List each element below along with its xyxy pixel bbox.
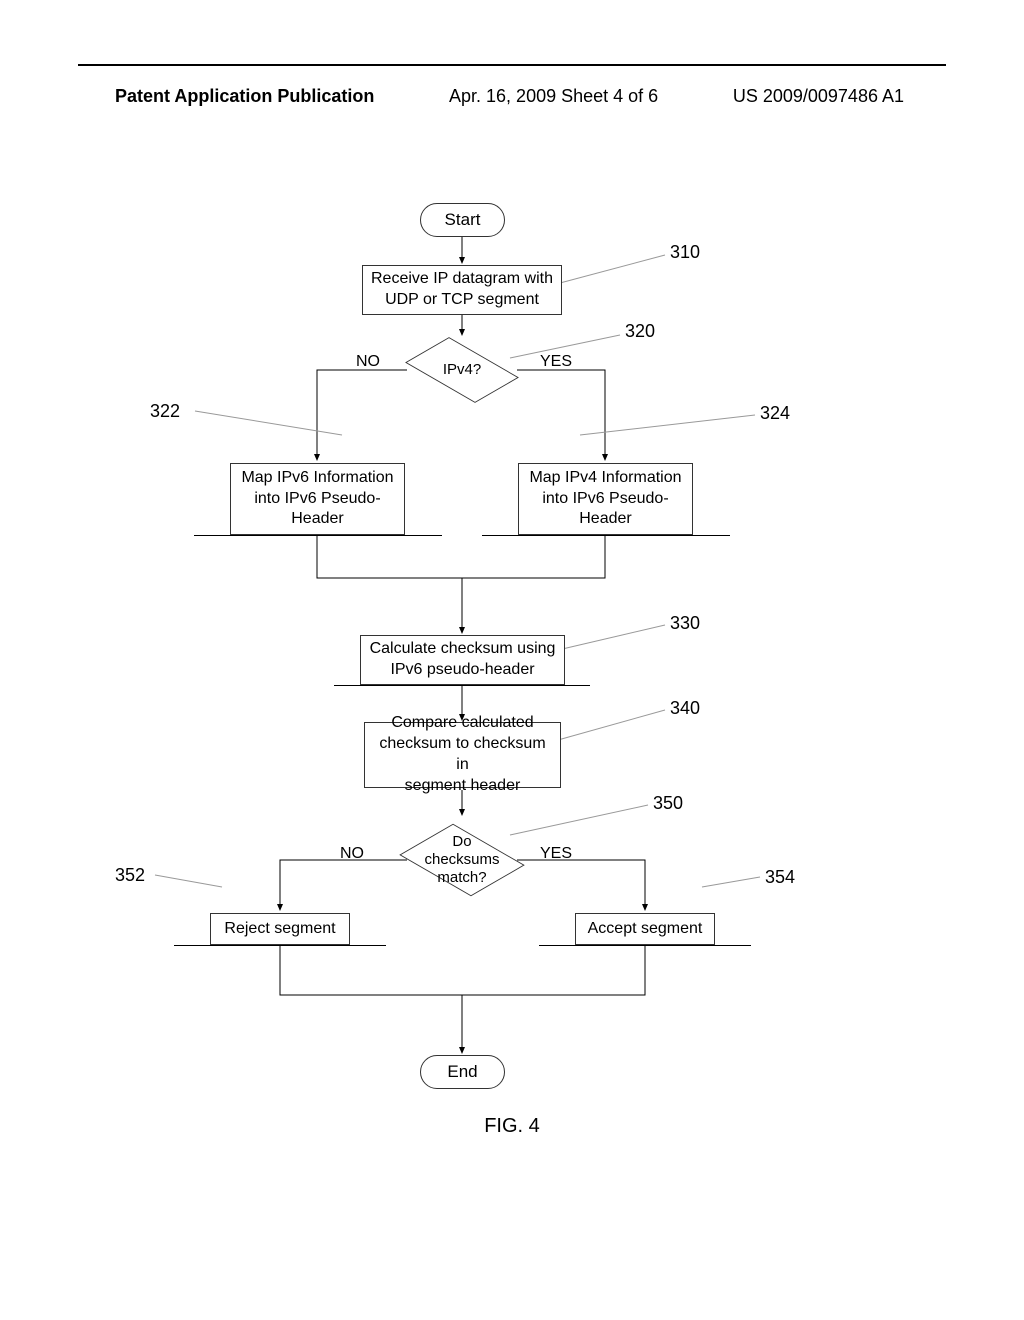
start-terminator: Start — [420, 203, 505, 237]
ipv4-decision: IPv4? — [407, 335, 517, 405]
map-ipv4-process: Map IPv4 Information into IPv6 Pseudo- H… — [518, 463, 693, 535]
header-date-sheet: Apr. 16, 2009 Sheet 4 of 6 — [449, 86, 658, 107]
ref-340: 340 — [670, 698, 700, 719]
checksums-no-label: NO — [340, 845, 364, 863]
checksums-decision-label: Do checksums match? — [424, 833, 499, 887]
ref-324: 324 — [760, 403, 790, 424]
reject-label: Reject segment — [224, 919, 335, 940]
figure-label: FIG. 4 — [484, 1115, 540, 1138]
start-label: Start — [445, 210, 481, 230]
map-ipv4-label: Map IPv4 Information into IPv6 Pseudo- H… — [529, 468, 681, 530]
compare-process: Compare calculated checksum to checksum … — [364, 722, 561, 788]
end-terminator: End — [420, 1055, 505, 1089]
checksums-decision: Do checksums match? — [407, 815, 517, 905]
rail-right — [482, 535, 730, 536]
ref-322: 322 — [150, 401, 180, 422]
header-pub-number: US 2009/0097486 A1 — [733, 86, 904, 107]
accept-process: Accept segment — [575, 913, 715, 945]
rail-330 — [334, 685, 590, 686]
ipv4-decision-label: IPv4? — [443, 361, 481, 379]
compare-label: Compare calculated checksum to checksum … — [371, 713, 554, 796]
receive-process: Receive IP datagram with UDP or TCP segm… — [362, 265, 562, 315]
page-header: Patent Application Publication Apr. 16, … — [0, 86, 1024, 107]
ref-330: 330 — [670, 613, 700, 634]
rail-left — [194, 535, 442, 536]
rail-reject — [174, 945, 386, 946]
accept-label: Accept segment — [588, 919, 703, 940]
end-label: End — [447, 1062, 477, 1082]
header-rule — [78, 64, 946, 66]
ref-320: 320 — [625, 321, 655, 342]
map-ipv6-label: Map IPv6 Information into IPv6 Pseudo- H… — [241, 468, 393, 530]
ref-352: 352 — [115, 865, 145, 886]
ref-310: 310 — [670, 242, 700, 263]
ref-350: 350 — [653, 793, 683, 814]
header-publication: Patent Application Publication — [115, 86, 374, 107]
reject-process: Reject segment — [210, 913, 350, 945]
rail-accept — [539, 945, 751, 946]
ipv4-yes-label: YES — [540, 353, 572, 371]
map-ipv6-process: Map IPv6 Information into IPv6 Pseudo- H… — [230, 463, 405, 535]
ipv4-no-label: NO — [356, 353, 380, 371]
receive-label: Receive IP datagram with UDP or TCP segm… — [371, 269, 553, 311]
calc-checksum-process: Calculate checksum using IPv6 pseudo-hea… — [360, 635, 565, 685]
checksums-yes-label: YES — [540, 845, 572, 863]
calc-checksum-label: Calculate checksum using IPv6 pseudo-hea… — [370, 639, 556, 681]
ref-354: 354 — [765, 867, 795, 888]
flowchart-diagram: Start Receive IP datagram with UDP or TC… — [0, 195, 1024, 1195]
